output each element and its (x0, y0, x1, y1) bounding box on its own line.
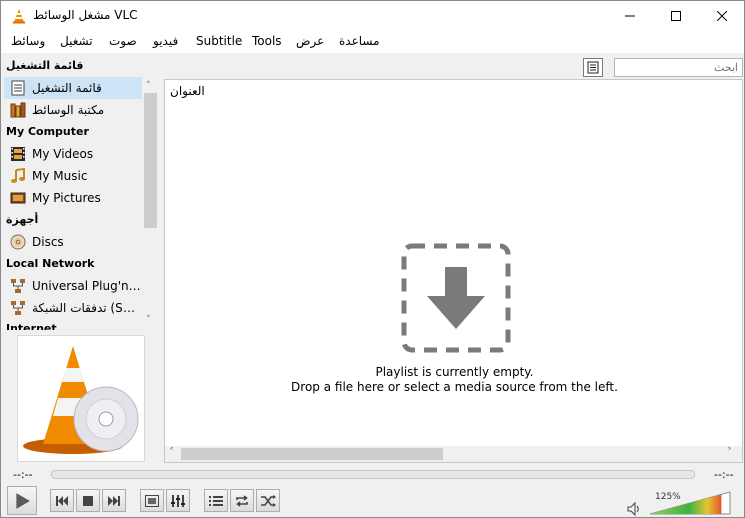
speaker-icon[interactable] (627, 501, 643, 517)
sidebar-item-label: Discs (32, 235, 64, 249)
minimize-button[interactable] (607, 1, 653, 31)
sidebar-header-local-network: Local Network (6, 257, 95, 270)
playlist-icon (209, 495, 223, 506)
sidebar: قائمة التشغيل قائمة التشغيل مكتبة الوسائ… (3, 56, 160, 330)
seek-slider[interactable] (51, 470, 695, 479)
network-icon (11, 279, 25, 293)
vlc-cone-icon (13, 9, 25, 24)
close-button[interactable] (699, 1, 745, 31)
scroll-up-icon[interactable]: ˄ (146, 81, 151, 91)
minimize-icon (625, 15, 635, 17)
playlist-icon (11, 80, 25, 96)
sidebar-item-label: Universal Plug'n'Pl... (32, 279, 142, 293)
sidebar-item-label: مكتبة الوسائط (32, 103, 105, 117)
film-icon (11, 147, 25, 161)
play-icon (16, 492, 30, 509)
scrollbar-thumb[interactable] (144, 93, 157, 228)
toggle-playlist-button[interactable] (204, 489, 228, 512)
next-icon (108, 495, 120, 506)
volume-slider[interactable] (649, 491, 731, 515)
sidebar-header-devices: أجهزة (6, 213, 39, 226)
menu-audio[interactable]: صوت (109, 34, 137, 48)
sidebar-item-my-videos[interactable]: My Videos (4, 143, 142, 165)
window-title: مشغل الوسائط VLC (33, 8, 138, 22)
stop-icon (83, 495, 93, 506)
playlist-view-button[interactable] (583, 58, 603, 77)
vlc-window: مشغل الوسائط VLC مساعدة عرض Tools Subtit… (0, 0, 745, 518)
shuffle-button[interactable] (256, 489, 280, 512)
sidebar-item-upnp[interactable]: Universal Plug'n'Pl... (4, 275, 142, 297)
empty-message: Playlist is currently empty. (375, 365, 534, 379)
sidebar-item-playlist[interactable]: قائمة التشغيل (4, 77, 142, 99)
playlist-view[interactable]: العنوان Playlist is currently empty. Dro… (164, 79, 743, 463)
sidebar-item-label: My Pictures (32, 191, 101, 205)
next-button[interactable] (102, 489, 126, 512)
picture-icon (10, 192, 26, 204)
sidebar-item-label: My Music (32, 169, 88, 183)
menu-media[interactable]: وسائط (11, 34, 45, 48)
stop-button[interactable] (76, 489, 100, 512)
loop-button[interactable] (230, 489, 254, 512)
sidebar-item-discs[interactable]: Discs (4, 231, 142, 253)
previous-icon (56, 495, 68, 506)
menu-view[interactable]: عرض (296, 34, 324, 48)
sidebar-item-label: تدفقات الشبكة (SAP) (32, 301, 142, 315)
fullscreen-button[interactable] (140, 489, 164, 512)
scroll-down-icon[interactable]: ˅ (146, 315, 151, 325)
album-art (17, 335, 145, 462)
menu-video[interactable]: فيديو (153, 34, 178, 48)
previous-button[interactable] (50, 489, 74, 512)
sidebar-item-media-library[interactable]: مكتبة الوسائط (4, 99, 142, 121)
media-library-icon (10, 102, 26, 118)
scroll-right-icon[interactable]: ˃ (727, 447, 732, 458)
music-note-icon (11, 168, 25, 183)
sidebar-item-my-music[interactable]: My Music (4, 165, 142, 187)
maximize-button[interactable] (653, 1, 699, 31)
drop-arrow-icon (401, 243, 511, 353)
extended-settings-button[interactable] (166, 489, 190, 512)
title-bar: مشغل الوسائط VLC (1, 1, 744, 31)
sidebar-header-my-computer: My Computer (6, 125, 89, 138)
sidebar-item-label: My Videos (32, 147, 94, 161)
close-icon (717, 11, 727, 21)
loop-icon (236, 494, 248, 507)
sidebar-item-label: قائمة التشغيل (32, 81, 102, 95)
remaining-time: --:-- (714, 468, 734, 481)
play-button[interactable] (7, 486, 37, 515)
menu-help[interactable]: مساعدة (339, 34, 380, 48)
maximize-icon (671, 11, 681, 21)
scroll-left-icon[interactable]: ˂ (169, 447, 174, 458)
playlist-hscrollbar[interactable]: ˂ ˃ (165, 446, 742, 462)
menu-bar: مساعدة عرض Tools Subtitle فيديو صوت تشغي… (1, 31, 744, 53)
fullscreen-icon (145, 494, 159, 507)
vlc-logo (23, 346, 139, 454)
menu-subtitle[interactable]: Subtitle (196, 34, 242, 48)
scrollbar-thumb[interactable] (181, 448, 443, 460)
sidebar-item-my-pictures[interactable]: My Pictures (4, 187, 142, 209)
sidebar-header-playlist: قائمة التشغيل (6, 59, 84, 72)
sidebar-scrollbar[interactable]: ˄ ˅ (143, 79, 158, 329)
sidebar-item-sap[interactable]: تدفقات الشبكة (SAP) (4, 297, 142, 319)
elapsed-time: --:-- (13, 468, 33, 481)
search-input[interactable] (614, 58, 743, 77)
network-icon (11, 301, 25, 315)
equalizer-icon (171, 494, 185, 507)
menu-playback[interactable]: تشغيل (60, 34, 93, 48)
menu-tools[interactable]: Tools (252, 34, 282, 48)
empty-hint: Drop a file here or select a media sourc… (291, 380, 618, 394)
list-view-icon (587, 61, 599, 74)
column-header-title[interactable]: العنوان (170, 84, 205, 98)
sidebar-header-internet: Internet (6, 322, 57, 330)
disc-icon (10, 234, 26, 250)
shuffle-icon (261, 494, 276, 507)
